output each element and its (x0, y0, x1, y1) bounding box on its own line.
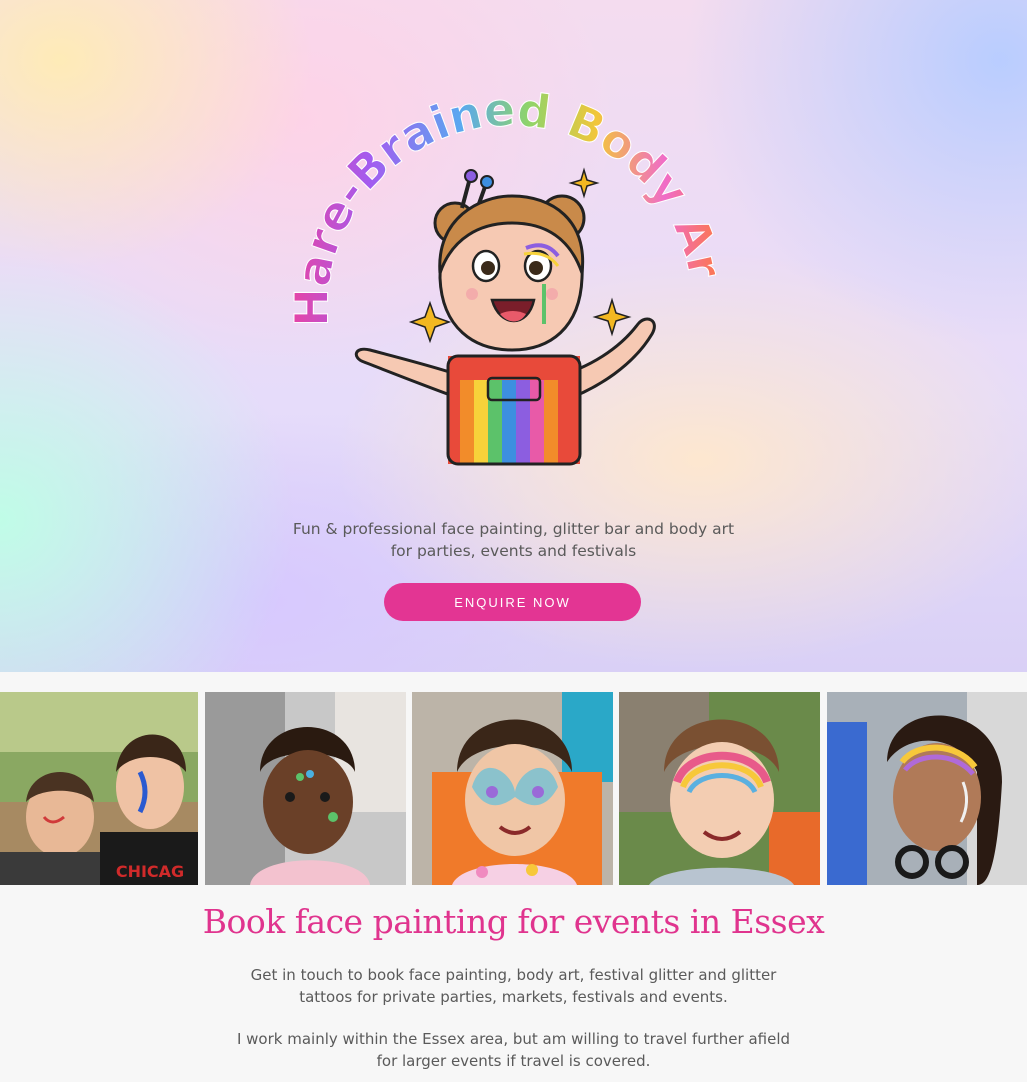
gallery-photo-1: CHICAG (0, 692, 198, 885)
section-heading: Book face painting for events in Essex (202, 902, 825, 941)
intro-para2-line2: for larger events if travel is covered. (376, 1052, 651, 1070)
photo-gallery: CHICAG (0, 692, 1027, 885)
rainbow-face-paint-photo (619, 692, 820, 885)
gallery-photo-4 (619, 692, 820, 885)
tagline-line-1: Fun & professional face painting, glitte… (292, 520, 735, 538)
enquire-now-button[interactable]: ENQUIRE NOW (384, 583, 641, 621)
face-painted-girl-photo (205, 692, 406, 885)
face-painted-boys-photo: CHICAG (0, 692, 198, 885)
glitter-face-paint-photo (827, 692, 1027, 885)
butterfly-face-paint-photo (412, 692, 613, 885)
hero-tagline: Fun & professional face painting, glitte… (0, 518, 1027, 562)
intro-para1-line1: Get in touch to book face painting, body… (250, 966, 777, 984)
gallery-photo-3 (412, 692, 613, 885)
intro-para1-line2: tattoos for private parties, markets, fe… (299, 988, 728, 1006)
intro-paragraph-2: I work mainly within the Essex area, but… (0, 1028, 1027, 1072)
gallery-photo-5 (827, 692, 1027, 885)
intro-paragraph-1: Get in touch to book face painting, body… (0, 964, 1027, 1008)
intro-para2-line1: I work mainly within the Essex area, but… (236, 1030, 791, 1048)
svg-text:CHICAG: CHICAG (116, 862, 184, 881)
gallery-photo-2 (205, 692, 406, 885)
hare-brained-logo: Hare-Brained Body Art (290, 88, 730, 466)
tagline-line-2: for parties, events and festivals (390, 542, 637, 560)
hero-section: Hare-Brained Body Art (0, 0, 1027, 672)
